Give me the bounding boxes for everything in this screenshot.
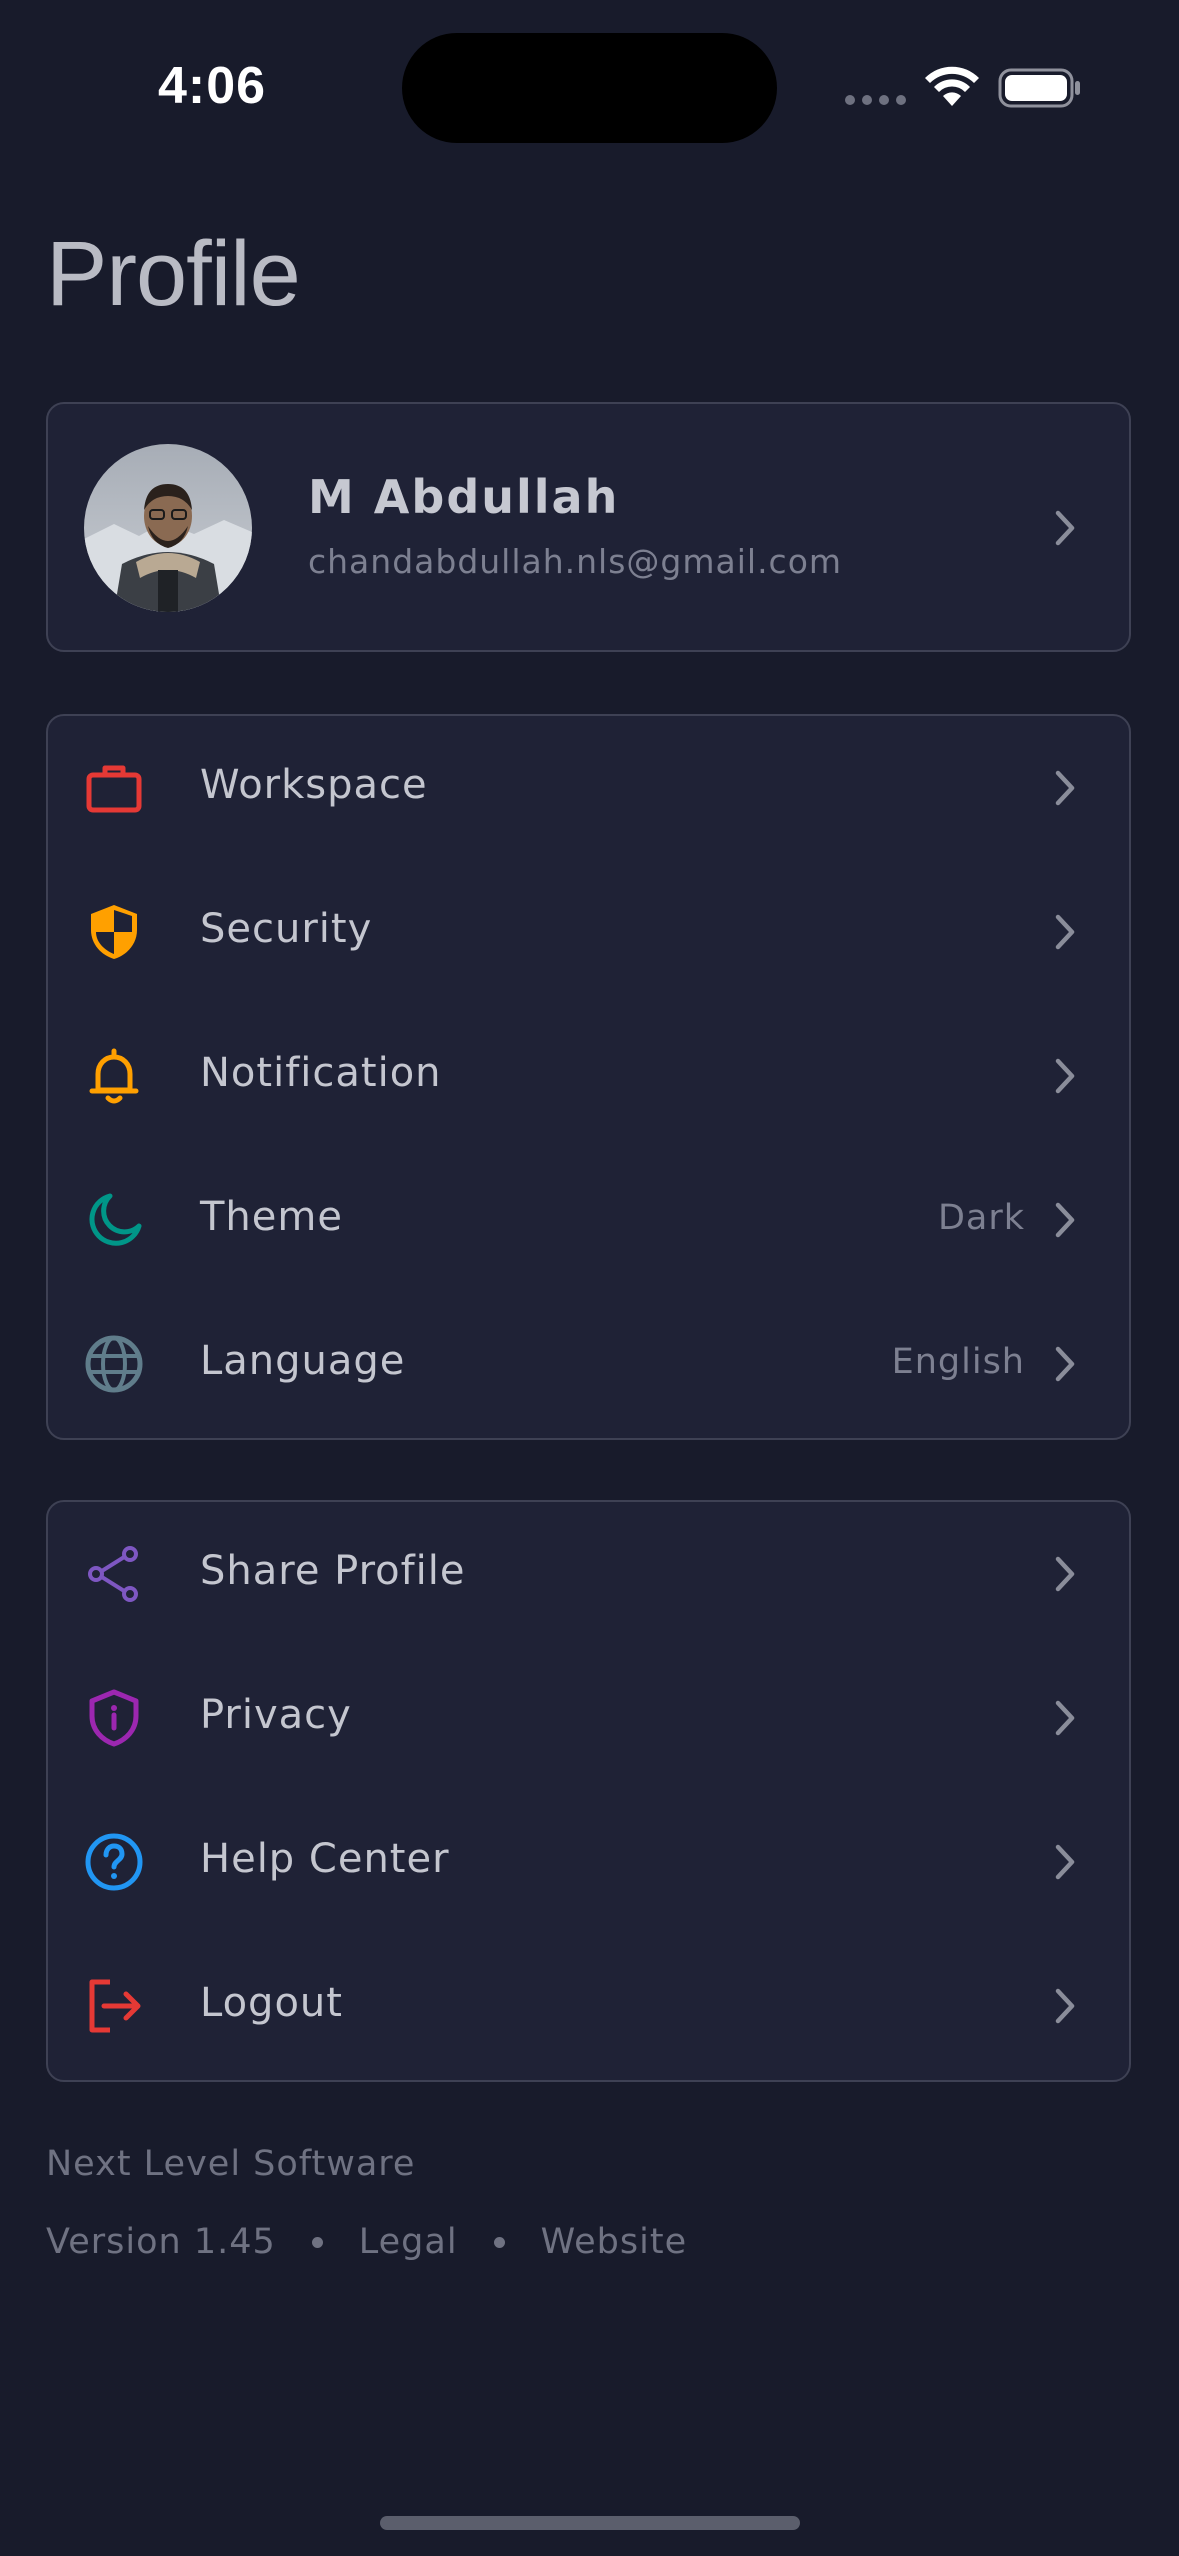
moon-icon: [89, 1193, 142, 1246]
footer-company: Next Level Software: [46, 2144, 416, 2184]
footer-links: Version 1.45 Legal Website: [46, 2222, 687, 2262]
battery-icon: [998, 68, 1080, 108]
separator-dot: [311, 2236, 323, 2248]
menu-item-language[interactable]: Language English: [48, 1292, 1129, 1436]
menu-item-value: Dark: [937, 1198, 1025, 1238]
cellular-signal-icon: [845, 95, 906, 105]
wifi-icon: [925, 66, 979, 106]
avatar: [84, 444, 252, 612]
status-time: 4:06: [158, 57, 267, 115]
menu-item-workspace[interactable]: Workspace: [48, 716, 1129, 860]
page-title: Profile: [46, 223, 301, 325]
menu-item-privacy[interactable]: Privacy: [48, 1646, 1129, 1790]
chevron-right-icon: [1055, 1844, 1075, 1880]
menu-item-theme[interactable]: Theme Dark: [48, 1148, 1129, 1292]
menu-item-label: Security: [200, 906, 373, 952]
chevron-right-icon: [1055, 1556, 1075, 1592]
bell-icon: [89, 1048, 139, 1104]
menu-item-label: Help Center: [200, 1836, 450, 1882]
menu-item-label: Workspace: [200, 762, 428, 808]
home-indicator[interactable]: [380, 2516, 800, 2530]
menu-item-logout[interactable]: Logout: [48, 1934, 1129, 2078]
briefcase-icon: [86, 765, 142, 813]
menu-item-label: Logout: [200, 1980, 343, 2026]
chevron-right-icon: [1055, 1700, 1075, 1736]
profile-card[interactable]: M Abdullah chandabdullah.nls@gmail.com: [46, 402, 1131, 652]
menu-item-label: Theme: [200, 1194, 343, 1240]
status-bar: 4:06: [0, 0, 1179, 150]
menu-item-notification[interactable]: Notification: [48, 1004, 1129, 1148]
menu-item-label: Share Profile: [200, 1548, 466, 1594]
footer-version: Version 1.45: [46, 2222, 276, 2262]
footer-legal-link[interactable]: Legal: [359, 2222, 458, 2262]
chevron-right-icon: [1055, 1202, 1075, 1238]
menu-item-share-profile[interactable]: Share Profile: [48, 1502, 1129, 1646]
menu-item-help-center[interactable]: Help Center: [48, 1790, 1129, 1934]
menu-item-label: Notification: [200, 1050, 442, 1096]
help-icon: [85, 1833, 143, 1891]
chevron-right-icon: [1055, 770, 1075, 806]
dynamic-island: [402, 33, 777, 143]
chevron-right-icon: [1055, 914, 1075, 950]
chevron-right-icon: [1055, 1346, 1075, 1382]
chevron-right-icon: [1055, 1058, 1075, 1094]
menu-item-label: Privacy: [200, 1692, 352, 1738]
profile-email: chandabdullah.nls@gmail.com: [308, 542, 843, 581]
share-icon: [88, 1546, 138, 1602]
chevron-right-icon: [1055, 510, 1075, 546]
logout-icon: [89, 1979, 141, 2033]
menu-item-security[interactable]: Security: [48, 860, 1129, 1004]
footer-website-link[interactable]: Website: [541, 2222, 688, 2262]
separator-dot: [493, 2236, 505, 2248]
privacy-shield-icon: [89, 1689, 139, 1747]
profile-name: M Abdullah: [308, 470, 620, 524]
settings-card: Workspace Security Notification Theme Da…: [46, 714, 1131, 1440]
menu-item-label: Language: [200, 1338, 406, 1384]
shield-icon: [91, 905, 137, 959]
account-card: Share Profile Privacy Help Center Logout: [46, 1500, 1131, 2082]
globe-icon: [85, 1335, 143, 1393]
chevron-right-icon: [1055, 1988, 1075, 2024]
menu-item-value: English: [891, 1342, 1025, 1382]
